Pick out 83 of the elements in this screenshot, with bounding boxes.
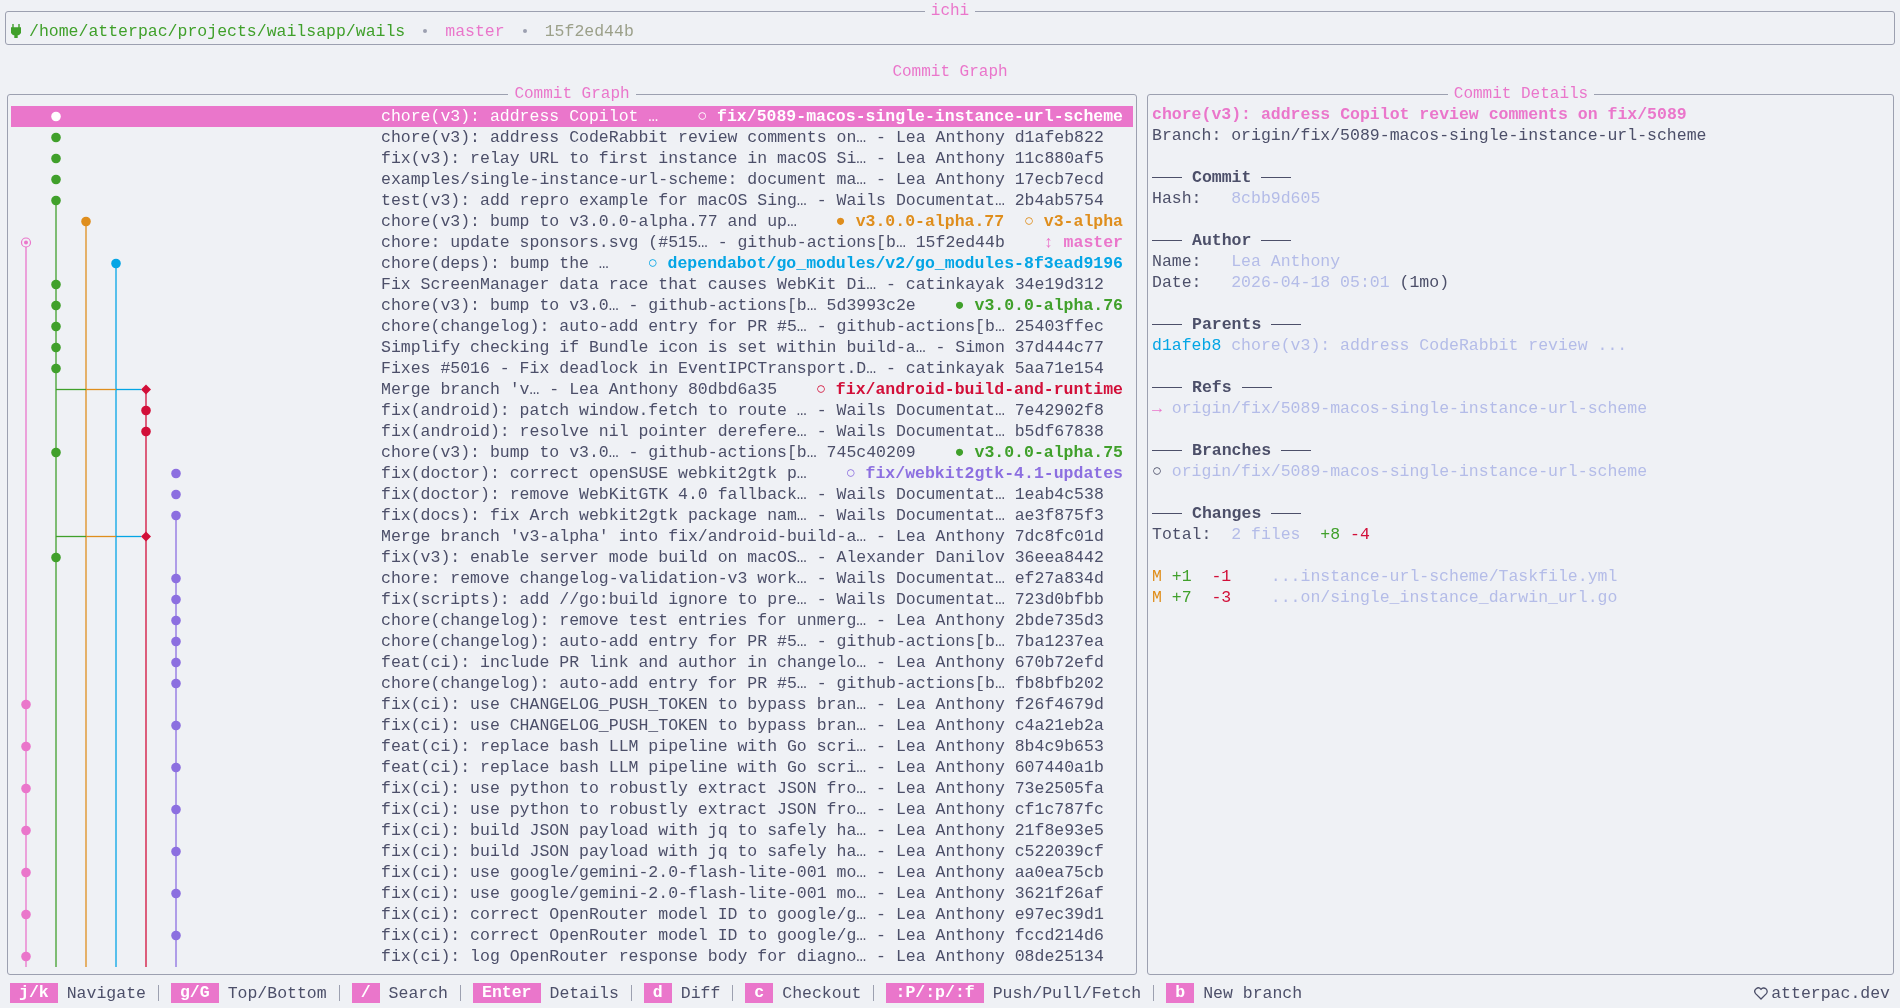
commit-summary: chore(deps): bump the … (381, 253, 609, 274)
shortcut-label: Details (549, 983, 619, 1003)
shortcut-label: Navigate (66, 983, 146, 1003)
field-label: Branch: (1152, 125, 1223, 146)
circle-icon: ○ (1152, 461, 1162, 482)
key-badge: g/G (170, 983, 219, 1003)
removed-count: -4 (1350, 524, 1370, 545)
file-status: M (1152, 566, 1162, 587)
commit-summary: Merge branch 'v… - Lea Anthony 80dbd6a35 (381, 379, 778, 400)
shortcut-label: Top/Bottom (227, 983, 327, 1003)
ref-label: ↕ master (1043, 233, 1123, 252)
key-badge: b (1166, 983, 1195, 1003)
ref-label: ○ v3-alpha (1023, 212, 1123, 231)
field-label: Hash: (1152, 188, 1203, 209)
branch-name: origin/fix/5089-macos-single-instance-url-scheme (1171, 461, 1648, 482)
shortcut-label: Push/Pull/Fetch (992, 983, 1142, 1003)
commit-summary: chore(v3): bump to v3.0… - github-actions[b… 745c40209 (381, 442, 916, 463)
ref-label: ○ fix/android-build-and-runtime (816, 380, 1123, 399)
key-badge: j/k (10, 983, 58, 1003)
plug-icon (11, 24, 21, 38)
shortcut-label: Diff (680, 983, 721, 1003)
shortcut-label: Search (388, 983, 448, 1003)
field-label: Date: (1152, 272, 1203, 293)
added-count: +7 (1171, 587, 1193, 608)
commit-row[interactable]: chore(v3): bump to v3.0… - github-actions[b… 745c40209 ● v3.0.0-alpha.75 (381, 442, 1133, 463)
section-heading: Commit (1192, 167, 1252, 188)
credit-text[interactable]: atterpac.dev (1771, 983, 1890, 1003)
key-badge: / (351, 983, 380, 1003)
separator-dot-icon (423, 29, 428, 33)
shortcut-label: New branch (1203, 983, 1303, 1003)
field-value: 2026-04-18 05:01 (1231, 272, 1390, 293)
key-badge: :P/:p/:f (886, 983, 984, 1003)
panel-title: Commit Details (1452, 85, 1590, 103)
commit-row[interactable]: chore(v3): bump to v3.0.0-alpha.77 and up… ● v3.0.0-alpha.77 ○ v3-alpha (381, 211, 1133, 232)
section-heading: Branches (1192, 440, 1272, 461)
file-count: 2 files (1231, 524, 1301, 545)
added-count: +8 (1320, 524, 1341, 545)
key-badge: Enter (473, 983, 541, 1003)
file-status: M (1152, 587, 1162, 608)
field-label: Name: (1152, 251, 1203, 272)
key-badge: c (745, 983, 774, 1003)
key-badge: d (643, 983, 672, 1003)
commit-row[interactable]: chore(deps): bump the … ○ dependabot/go_modules/v2/go_modules-8f3ead9196 (381, 253, 1133, 274)
commit-row[interactable]: fix(doctor): correct openSUSE webkit2gtk p… ○ fix/webkit2gtk-4.1-updates (381, 463, 1133, 484)
field-label: Total: (1152, 524, 1213, 545)
removed-count: -1 (1211, 566, 1233, 587)
field-value: 8cbb9d605 (1231, 188, 1321, 209)
section-heading: Changes (1192, 503, 1262, 524)
removed-count: -3 (1211, 587, 1233, 608)
view-title: Commit Graph (892, 63, 1008, 81)
ref-name: origin/fix/5089-macos-single-instance-url-scheme (1171, 398, 1648, 419)
commit-title: chore(v3): address Copilot review comments on fix/5089 (1152, 104, 1687, 125)
arrow-icon: → (1152, 398, 1162, 419)
app-title: ichi (929, 2, 971, 20)
added-count: +1 (1171, 566, 1193, 587)
commit-summary: fix(doctor): correct openSUSE webkit2gtk p… (381, 463, 807, 484)
branch-name: master (445, 21, 505, 41)
section-heading: Parents (1192, 314, 1262, 335)
commit-summary: chore(v3): address Copilot … (381, 106, 659, 127)
commit-row[interactable]: chore(v3): bump to v3.0… - github-actions[b… 5d3993c2e ● v3.0.0-alpha.76 (381, 295, 1133, 316)
ref-label: ○ fix/webkit2gtk-4.1-updates (845, 464, 1123, 483)
ref-label: ● v3.0.0-alpha.76 (954, 296, 1123, 315)
separator-dot-icon (522, 29, 527, 33)
branch-value: origin/fix/5089-macos-single-instance-url-scheme (1231, 125, 1707, 146)
commit-summary: chore(v3): bump to v3.0… - github-actions[b… 5d3993c2e (381, 295, 916, 316)
ref-label: ● v3.0.0-alpha.75 (954, 443, 1123, 462)
panel-title: Commit Graph (513, 85, 631, 103)
commit-row[interactable]: chore: update sponsors.svg (#515… - github-actions[b… 15f2ed44b ↕ master (381, 232, 1133, 253)
commit-row[interactable]: Merge branch 'v… - Lea Anthony 80dbd6a35 ○ fix/android-build-and-runtime (381, 379, 1133, 400)
commit-summary: chore(v3): bump to v3.0.0-alpha.77 and up… (381, 211, 797, 232)
ref-label: ○ dependabot/go_modules/v2/go_modules-8f3ead9196 (647, 254, 1123, 273)
field-value: Lea Anthony (1231, 251, 1341, 272)
commit-summary: chore: update sponsors.svg (#515… - github-actions[b… 15f2ed44b (381, 232, 1005, 253)
repo-path: /home/atterpac/projects/wailsapp/wails (29, 21, 406, 41)
parent-message: chore(v3): address CodeRabbit review ... (1231, 335, 1628, 356)
shortcut-label: Checkout (782, 983, 862, 1003)
ref-label: ● v3.0.0-alpha.77 (835, 212, 1005, 231)
heart-icon (1754, 986, 1769, 1000)
section-heading: Refs (1192, 377, 1232, 398)
head-hash: 15f2ed44b (544, 21, 634, 41)
ref-label: ○ fix/5089-macos-single-instance-url-scheme (697, 107, 1123, 126)
section-heading: Author (1192, 230, 1252, 251)
relative-time: (1mo) (1399, 272, 1450, 293)
